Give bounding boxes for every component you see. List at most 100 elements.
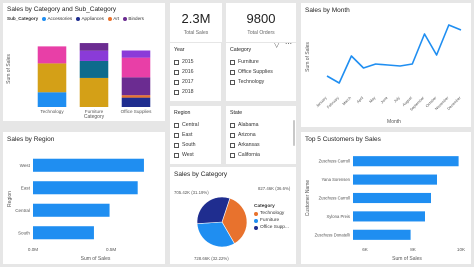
- customer-bar: [353, 229, 411, 240]
- more-options-icon[interactable]: ⋯: [285, 43, 292, 48]
- stacked-bar-segment: [37, 46, 67, 64]
- total-orders-card[interactable]: 9800 Total Orders: [226, 3, 296, 42]
- x-tick-label: March: [342, 96, 352, 106]
- customer-bar: [353, 156, 459, 167]
- customer-bar: [353, 174, 437, 185]
- x-tick-label: Technology: [40, 109, 64, 114]
- total-sales-label: Total Sales: [183, 30, 209, 36]
- year-option[interactable]: 2016: [174, 67, 219, 77]
- legend-dot-icon: [254, 225, 258, 230]
- x-axis-title: Sum of Sales: [81, 256, 111, 262]
- y-tick-label: Zuschuss Carroll: [319, 159, 350, 164]
- y-axis-title: Sum of Sales: [6, 54, 12, 84]
- year-option[interactable]: 2015: [174, 57, 219, 67]
- region-slicer-title: Region: [174, 110, 191, 116]
- state-option[interactable]: Arkansas: [230, 140, 294, 150]
- x-tick-label: June: [380, 96, 389, 105]
- x-axis-title: Category: [84, 114, 105, 120]
- checkbox[interactable]: [230, 69, 235, 75]
- total-sales-card[interactable]: 2.3M Total Sales: [170, 3, 222, 42]
- x-tick-label: 10K: [457, 247, 466, 252]
- category-slicer[interactable]: Category ▽ ⋯ Furniture Office Supplies T…: [226, 43, 296, 101]
- stacked-bar-segment: [79, 50, 109, 61]
- state-option[interactable]: Arizona: [230, 130, 294, 140]
- region-bar-chart: Sales by Region West East Central South 0.0M 0…: [7, 136, 144, 262]
- customers-bar-chart: Top 5 Customers by Sales Zuschuss Carroll…: [305, 136, 466, 262]
- pie-data-label: 705.42K (31.19%): [174, 190, 209, 195]
- pie-legend-item-furniture[interactable]: Furniture: [254, 217, 289, 224]
- total-orders-label: Total Orders: [247, 30, 275, 36]
- stacked-bar-segment: [79, 77, 109, 107]
- state-option[interactable]: California: [230, 150, 294, 160]
- customer-bar: [353, 211, 425, 222]
- checkbox[interactable]: [230, 122, 235, 128]
- state-slicer-list: Alabama Arizona Arkansas California: [230, 120, 294, 160]
- x-axis-title: Month: [387, 119, 401, 125]
- pie-legend-item-office-supplies[interactable]: Office Supp...: [254, 224, 289, 231]
- checkbox[interactable]: [230, 132, 235, 138]
- stacked-bar-segment: [121, 77, 151, 96]
- year-slicer-list: 2015 2016 2017 2018: [174, 57, 219, 97]
- region-slicer[interactable]: Region Central East South West: [170, 106, 221, 164]
- y-tick-label: Central: [15, 208, 30, 213]
- filter-icon[interactable]: ▽: [274, 43, 279, 49]
- checkbox[interactable]: [230, 79, 235, 85]
- region-option[interactable]: South: [174, 140, 219, 150]
- checkbox[interactable]: [174, 142, 179, 148]
- total-orders-value: 9800: [246, 11, 276, 26]
- y-tick-label: South: [18, 230, 30, 235]
- visual-title: Sales by Month: [305, 7, 350, 14]
- year-option[interactable]: 2018: [174, 87, 219, 97]
- category-option[interactable]: Furniture: [230, 57, 294, 67]
- x-tick-label: December: [446, 95, 462, 111]
- stacked-bar-segment: [37, 63, 67, 93]
- checkbox[interactable]: [174, 132, 179, 138]
- checkbox[interactable]: [230, 142, 235, 148]
- sales-by-region-visual[interactable]: Sales by Region West East Central South 0.0M 0…: [3, 132, 165, 264]
- state-slicer[interactable]: State Alabama Arizona Arkansas Californi…: [226, 106, 296, 164]
- sales-by-category-pie-visual[interactable]: Sales by Category 827.46K (36.6%) 728.66K …: [170, 167, 296, 264]
- x-tick-label: July: [393, 96, 401, 104]
- stacked-bar-segment: [121, 57, 151, 78]
- y-axis-title: Region: [7, 191, 13, 207]
- y-tick-label: Xylona Preis: [326, 214, 350, 219]
- state-option[interactable]: Alabama: [230, 120, 294, 130]
- x-tick-label: April: [356, 96, 364, 104]
- x-axis-title: Sum of Sales: [392, 256, 422, 262]
- pie-legend-item-technology[interactable]: Technology: [254, 210, 289, 217]
- category-option[interactable]: Office Supplies: [230, 67, 294, 77]
- year-slicer[interactable]: Year 2015 2016 2017 2018: [170, 43, 221, 101]
- checkbox[interactable]: [174, 152, 179, 158]
- checkbox[interactable]: [230, 59, 235, 65]
- region-option[interactable]: Central: [174, 120, 219, 130]
- y-tick-label: Zuschuss Donatelli: [315, 232, 350, 237]
- checkbox[interactable]: [174, 59, 179, 65]
- region-slicer-list: Central East South West: [174, 120, 219, 160]
- top-customers-visual[interactable]: Top 5 Customers by Sales Zuschuss Carroll…: [301, 132, 471, 264]
- sales-by-category-subcategory-visual[interactable]: Sales by Category and Sub_Category Sub_C…: [3, 3, 165, 121]
- state-slicer-title: State: [230, 110, 243, 116]
- scrollbar[interactable]: [293, 120, 295, 146]
- line-chart: Sales by MonthJanuaryFebruary March April M…: [305, 7, 462, 125]
- checkbox[interactable]: [174, 69, 179, 75]
- x-tick-label: February: [326, 96, 340, 110]
- region-bar: [33, 226, 94, 240]
- region-bar: [33, 158, 144, 172]
- pie-legend-title: Category: [254, 204, 275, 209]
- year-option[interactable]: 2017: [174, 77, 219, 87]
- pie-data-label: 827.46K (36.6%): [258, 186, 291, 191]
- visual-title: Sales by Region: [7, 136, 55, 143]
- category-option[interactable]: Technology: [230, 77, 294, 87]
- region-bar: [33, 181, 138, 195]
- checkbox[interactable]: [174, 79, 179, 85]
- checkbox[interactable]: [230, 152, 235, 158]
- checkbox[interactable]: [174, 89, 179, 95]
- region-option[interactable]: West: [174, 150, 219, 160]
- region-option[interactable]: East: [174, 130, 219, 140]
- y-tick-label: West: [20, 163, 31, 168]
- checkbox[interactable]: [174, 122, 179, 128]
- stacked-bar-segment: [79, 60, 109, 78]
- y-axis-title: Customer Name: [305, 180, 311, 217]
- pie-data-label: 728.66K (32.22%): [194, 256, 229, 261]
- sales-by-month-visual[interactable]: Sales by Month January February March April M…: [301, 3, 471, 127]
